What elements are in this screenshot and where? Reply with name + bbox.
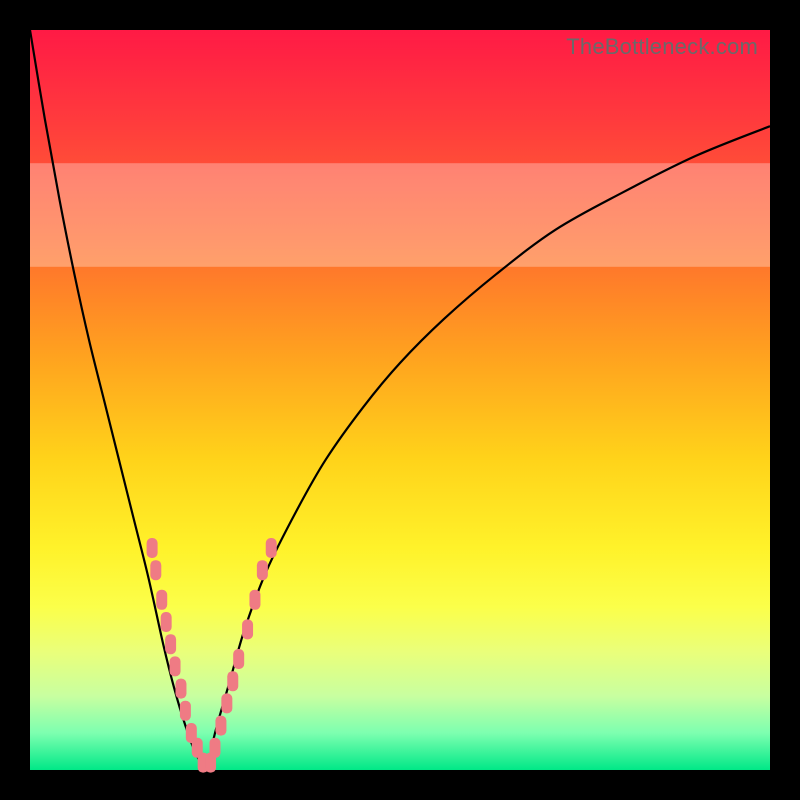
data-marker: [227, 671, 238, 691]
data-marker: [161, 612, 172, 632]
data-marker: [266, 538, 277, 558]
plot-area: TheBottleneck.com: [30, 30, 770, 770]
data-marker: [215, 716, 226, 736]
data-marker: [175, 679, 186, 699]
data-marker: [257, 560, 268, 580]
data-marker: [165, 634, 176, 654]
curves-layer: [30, 30, 770, 770]
data-marker: [242, 619, 253, 639]
data-marker: [180, 701, 191, 721]
chart-frame: TheBottleneck.com: [0, 0, 800, 800]
curve-left-branch: [30, 30, 208, 770]
data-marker: [170, 656, 181, 676]
highlight-bands: [30, 163, 770, 267]
data-marker: [249, 590, 260, 610]
data-marker: [210, 738, 221, 758]
data-marker: [147, 538, 158, 558]
highlight-band: [30, 163, 770, 267]
data-marker: [156, 590, 167, 610]
data-marker: [150, 560, 161, 580]
data-marker: [221, 693, 232, 713]
data-marker: [233, 649, 244, 669]
